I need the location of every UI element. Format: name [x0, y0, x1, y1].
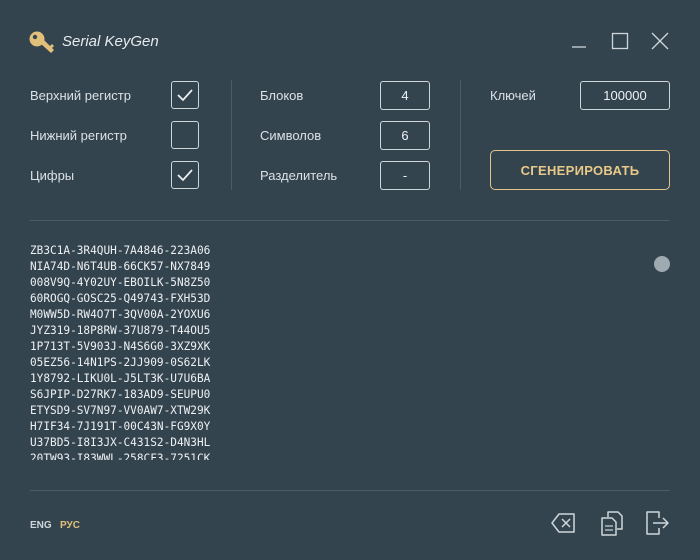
checkmark-icon	[177, 169, 193, 182]
uppercase-checkbox[interactable]	[171, 81, 199, 109]
top-divider	[30, 220, 670, 221]
keys-output[interactable]: ZB3C1A-3R4QUH-7A4846-223A06 NIA74D-N6T4UB…	[30, 243, 640, 460]
key-line: 20TW93-I83WWL-258CF3-7251CK	[30, 452, 211, 460]
key-line: M0WW5D-RW4O7T-3QV00A-2YOXU6	[30, 308, 211, 321]
lang-eng-button[interactable]: ENG	[30, 520, 52, 531]
close-button[interactable]	[649, 30, 671, 52]
symbols-label: Символов	[260, 128, 322, 143]
key-line: H7IF34-7J191T-00C43N-FG9X0Y	[30, 420, 211, 433]
column-divider	[460, 80, 461, 190]
key-line: 008V9Q-4Y02UY-EBOILK-5N8Z50	[30, 276, 211, 289]
copy-icon[interactable]	[598, 509, 626, 537]
key-line: 05EZ56-14N1PS-2JJ909-0S62LK	[30, 356, 211, 369]
digits-label: Цифры	[30, 168, 75, 183]
key-line: NIA74D-N6T4UB-66CK57-NX7849	[30, 260, 211, 273]
key-line: U37BD5-I8I3JX-C431S2-D4N3HL	[30, 436, 211, 449]
key-line: S6JPIP-D27RK7-183AD9-SEUPU0	[30, 388, 211, 401]
keys-input[interactable]: 100000	[580, 81, 670, 110]
lang-rus-button[interactable]: РУС	[60, 520, 80, 531]
scrollbar-thumb[interactable]	[654, 256, 670, 272]
lowercase-checkbox[interactable]	[171, 121, 199, 149]
clear-icon[interactable]	[549, 509, 577, 537]
key-line: 1P713T-5V903J-N4S6G0-3XZ9XK	[30, 340, 211, 353]
digits-checkbox[interactable]	[171, 161, 199, 189]
minimize-button[interactable]	[568, 30, 590, 52]
uppercase-label: Верхний регистр	[30, 88, 131, 103]
blocks-label: Блоков	[260, 88, 304, 103]
key-line: 1Y8792-LIKU0L-J5LT3K-U7U6BA	[30, 372, 211, 385]
blocks-input[interactable]: 4	[380, 81, 430, 110]
app-title: Serial KeyGen	[62, 33, 159, 50]
key-icon	[29, 31, 54, 53]
key-line: JYZ319-18P8RW-37U879-T44OU5	[30, 324, 211, 337]
key-line: ZB3C1A-3R4QUH-7A4846-223A06	[30, 244, 211, 257]
lowercase-label: Нижний регистр	[30, 128, 127, 143]
maximize-button[interactable]	[609, 30, 631, 52]
key-line: ETYSD9-SV7N97-VV0AW7-XTW29K	[30, 404, 211, 417]
export-icon[interactable]	[643, 509, 671, 537]
symbols-input[interactable]: 6	[380, 121, 430, 150]
column-divider	[231, 80, 232, 190]
checkmark-icon	[177, 89, 193, 102]
key-line: 60ROGQ-GOSC25-Q49743-FXH53D	[30, 292, 211, 305]
separator-input[interactable]: -	[380, 161, 430, 190]
bottom-divider	[30, 490, 670, 491]
separator-label: Разделитель	[260, 168, 338, 183]
keys-label: Ключей	[490, 88, 536, 103]
generate-button[interactable]: СГЕНЕРИРОВАТЬ	[490, 150, 670, 190]
